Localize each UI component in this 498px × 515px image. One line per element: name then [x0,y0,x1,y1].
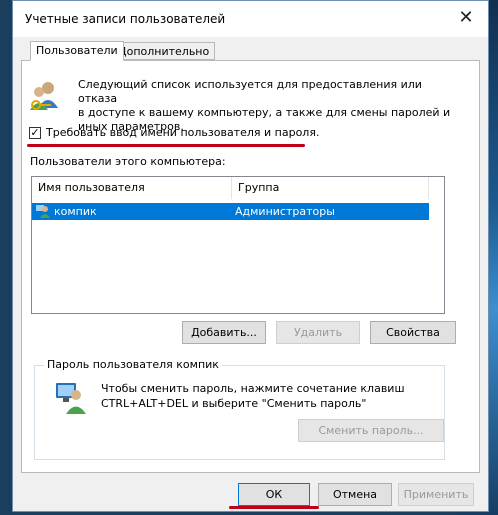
users-list-label: Пользователи этого компьютера: [30,155,226,168]
add-button[interactable]: Добавить... [182,321,266,344]
annotation-underline [229,506,319,509]
ok-button[interactable]: ОК [238,483,310,506]
column-header-group[interactable]: Группа [232,177,429,199]
password-group-title: Пароль пользователя компик [44,358,222,371]
user-icon [36,205,50,218]
apply-button[interactable]: Применить [398,483,474,506]
users-key-icon [30,82,58,110]
window-title: Учетные записи пользователей [25,12,226,26]
change-password-button[interactable]: Сменить пароль... [298,419,444,442]
column-header-name[interactable]: Имя пользователя [32,177,232,199]
user-group-cell: Администраторы [235,205,335,218]
instruction-line: CTRL+ALT+DEL и выберите "Сменить пароль" [101,397,367,410]
password-instructions: Чтобы сменить пароль, нажмите сочетание … [101,381,405,411]
password-groupbox [34,365,445,460]
require-login-checkbox[interactable]: ✓ [29,127,41,139]
user-name-cell: компик [54,205,97,218]
title-bar: Учетные записи пользователей ✕ [13,1,488,37]
tab-advanced[interactable]: Дополнительно [112,42,216,60]
instruction-line: Чтобы сменить пароль, нажмите сочетание … [101,382,405,395]
user-monitor-icon [56,383,86,414]
remove-button[interactable]: Удалить [276,321,360,344]
properties-button[interactable]: Свойства [370,321,456,344]
info-line: Следующий список используется для предос… [78,78,422,105]
annotation-underline [27,144,305,147]
tab-users[interactable]: Пользователи [30,41,124,61]
cancel-button[interactable]: Отмена [318,483,392,506]
table-row[interactable]: компик Администраторы [32,203,429,220]
close-icon[interactable]: ✕ [452,5,480,31]
users-listview[interactable]: Имя пользователя Группа компик Администр… [31,176,445,314]
require-login-label[interactable]: Требовать ввод имени пользователя и паро… [46,126,319,139]
info-line: в доступе к вашему компьютеру, а также д… [78,106,451,119]
